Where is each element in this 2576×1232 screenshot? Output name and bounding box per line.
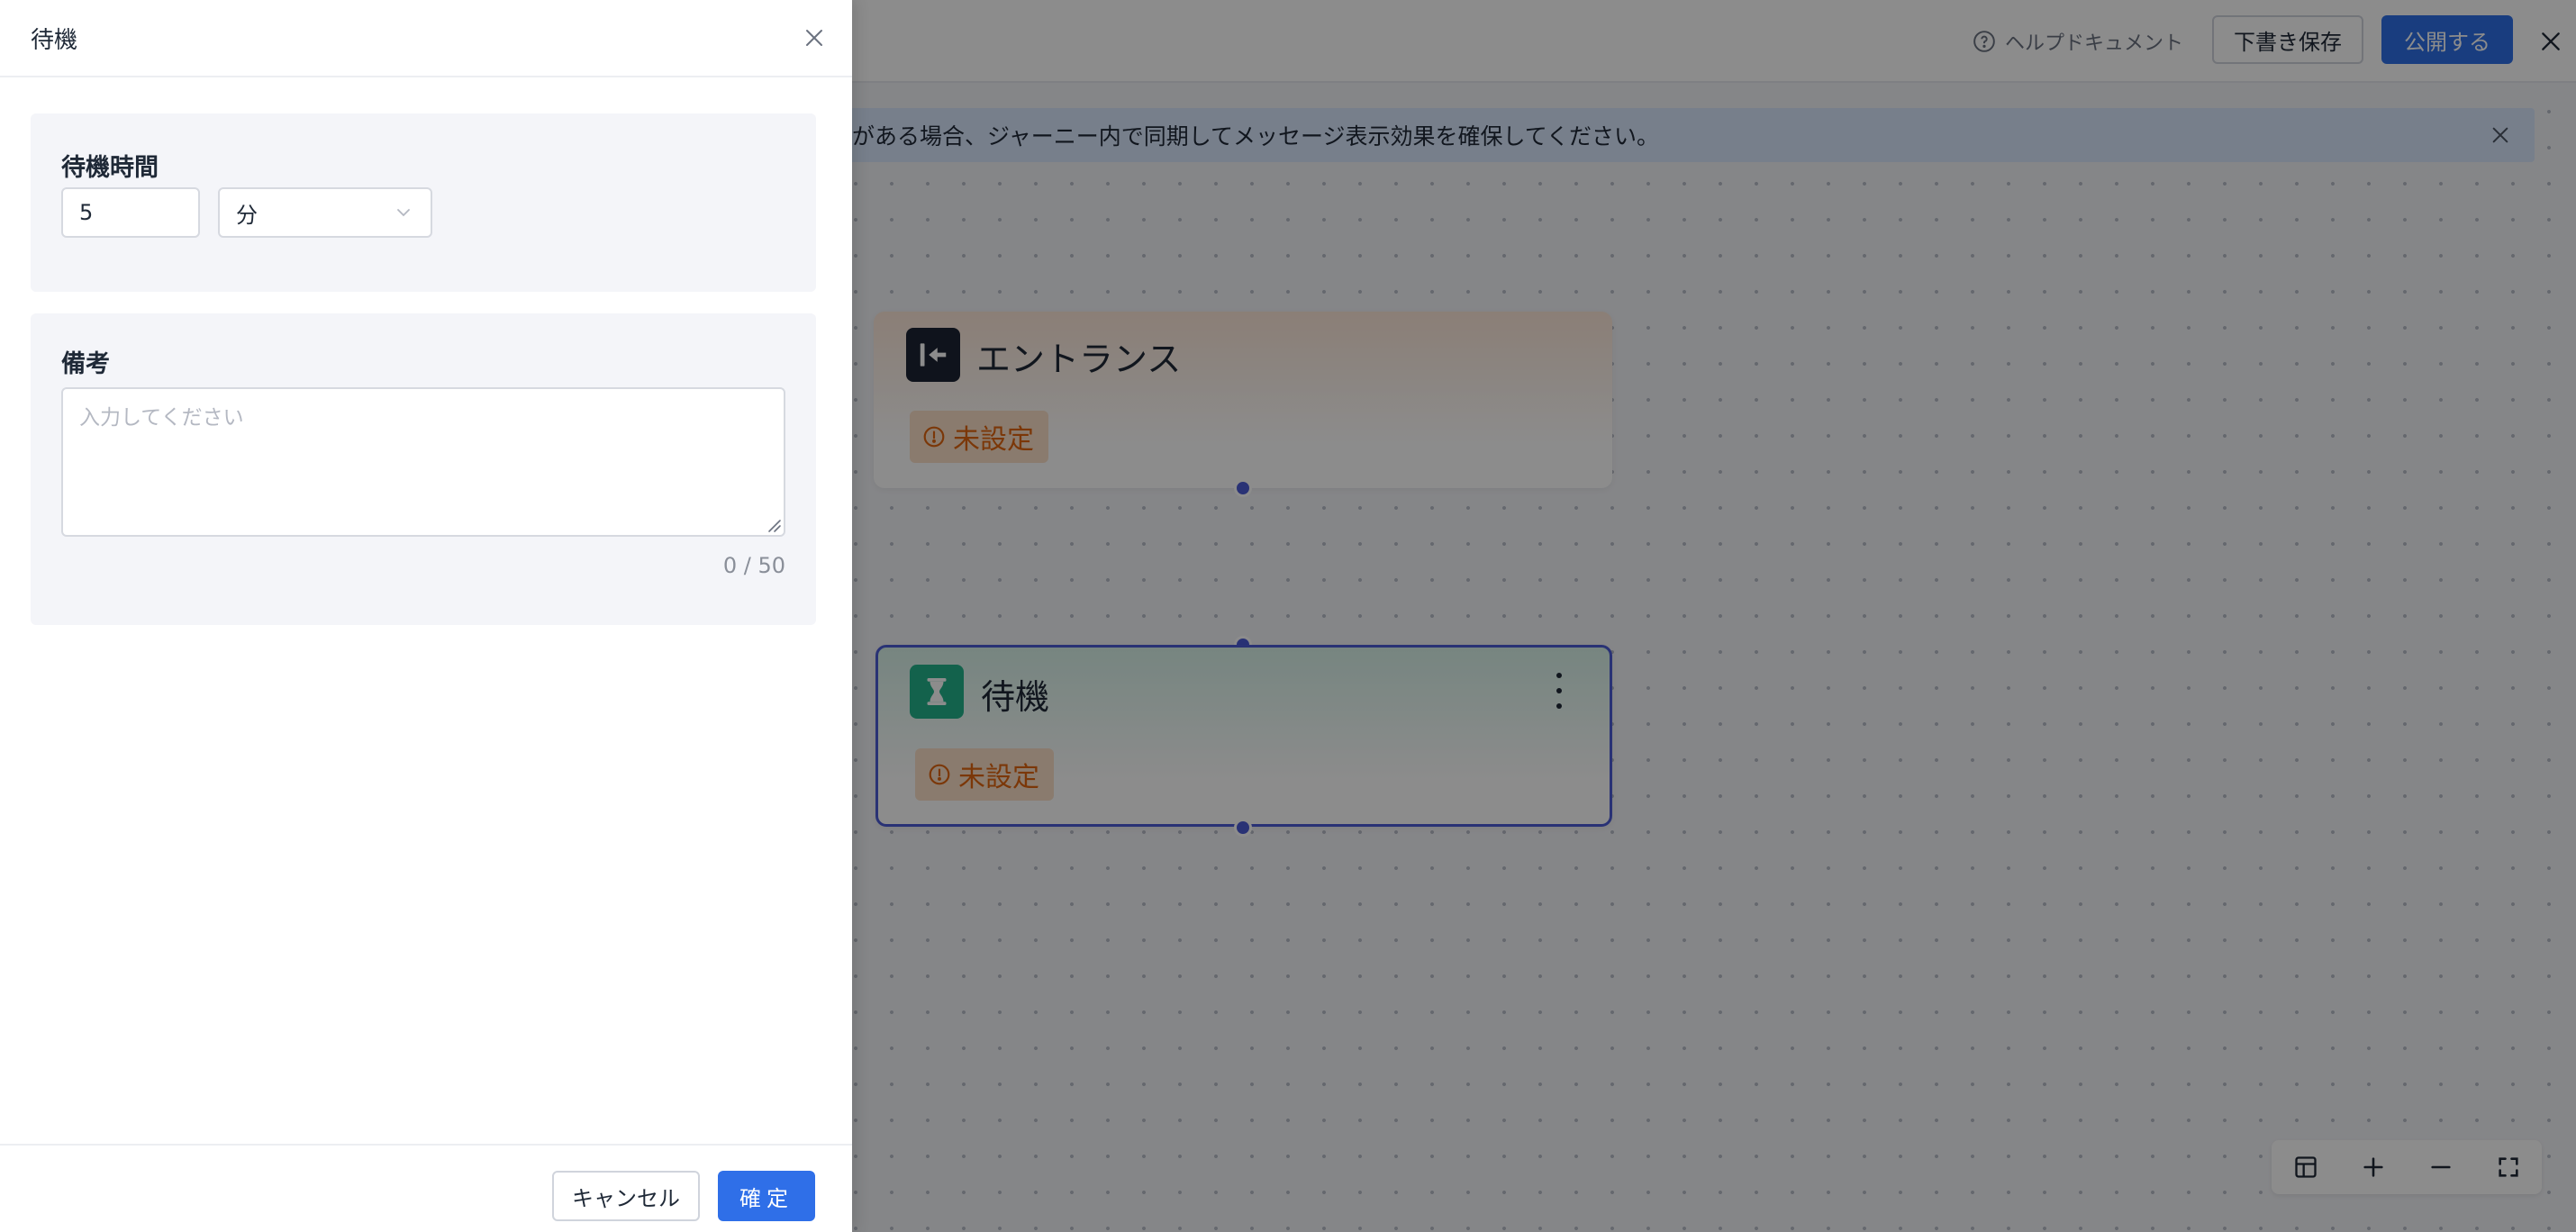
cancel-button[interactable]: キャンセル xyxy=(552,1171,700,1221)
drawer-footer: キャンセル 確定 xyxy=(0,1144,852,1232)
note-section: 備考 0 / 50 xyxy=(31,313,816,625)
journey-editor-root: ヘルプドキュメント 下書き保存 公開する がある場合、ジャーニー内で同期してメッ… xyxy=(0,0,2576,1232)
drawer-header: 待機 xyxy=(0,0,852,77)
wait-unit-select[interactable]: 分 xyxy=(218,187,432,238)
chevron-down-icon xyxy=(397,209,410,217)
wait-unit-value: 分 xyxy=(236,202,258,228)
close-icon xyxy=(806,30,822,46)
resize-grip-icon[interactable] xyxy=(764,515,782,533)
drawer-title: 待機 xyxy=(31,27,78,54)
wait-time-label: 待機時間 xyxy=(61,154,159,182)
note-char-count: 0 / 50 xyxy=(722,553,785,578)
confirm-button[interactable]: 確定 xyxy=(718,1171,815,1221)
wait-settings-drawer: 待機 待機時間 分 備考 0 / 50 xyxy=(0,0,852,1232)
wait-time-input[interactable] xyxy=(61,187,200,238)
drawer-close-button[interactable] xyxy=(796,20,832,56)
note-label: 備考 xyxy=(61,350,110,378)
note-textarea[interactable] xyxy=(61,387,785,537)
wait-time-section: 待機時間 分 xyxy=(31,113,816,292)
